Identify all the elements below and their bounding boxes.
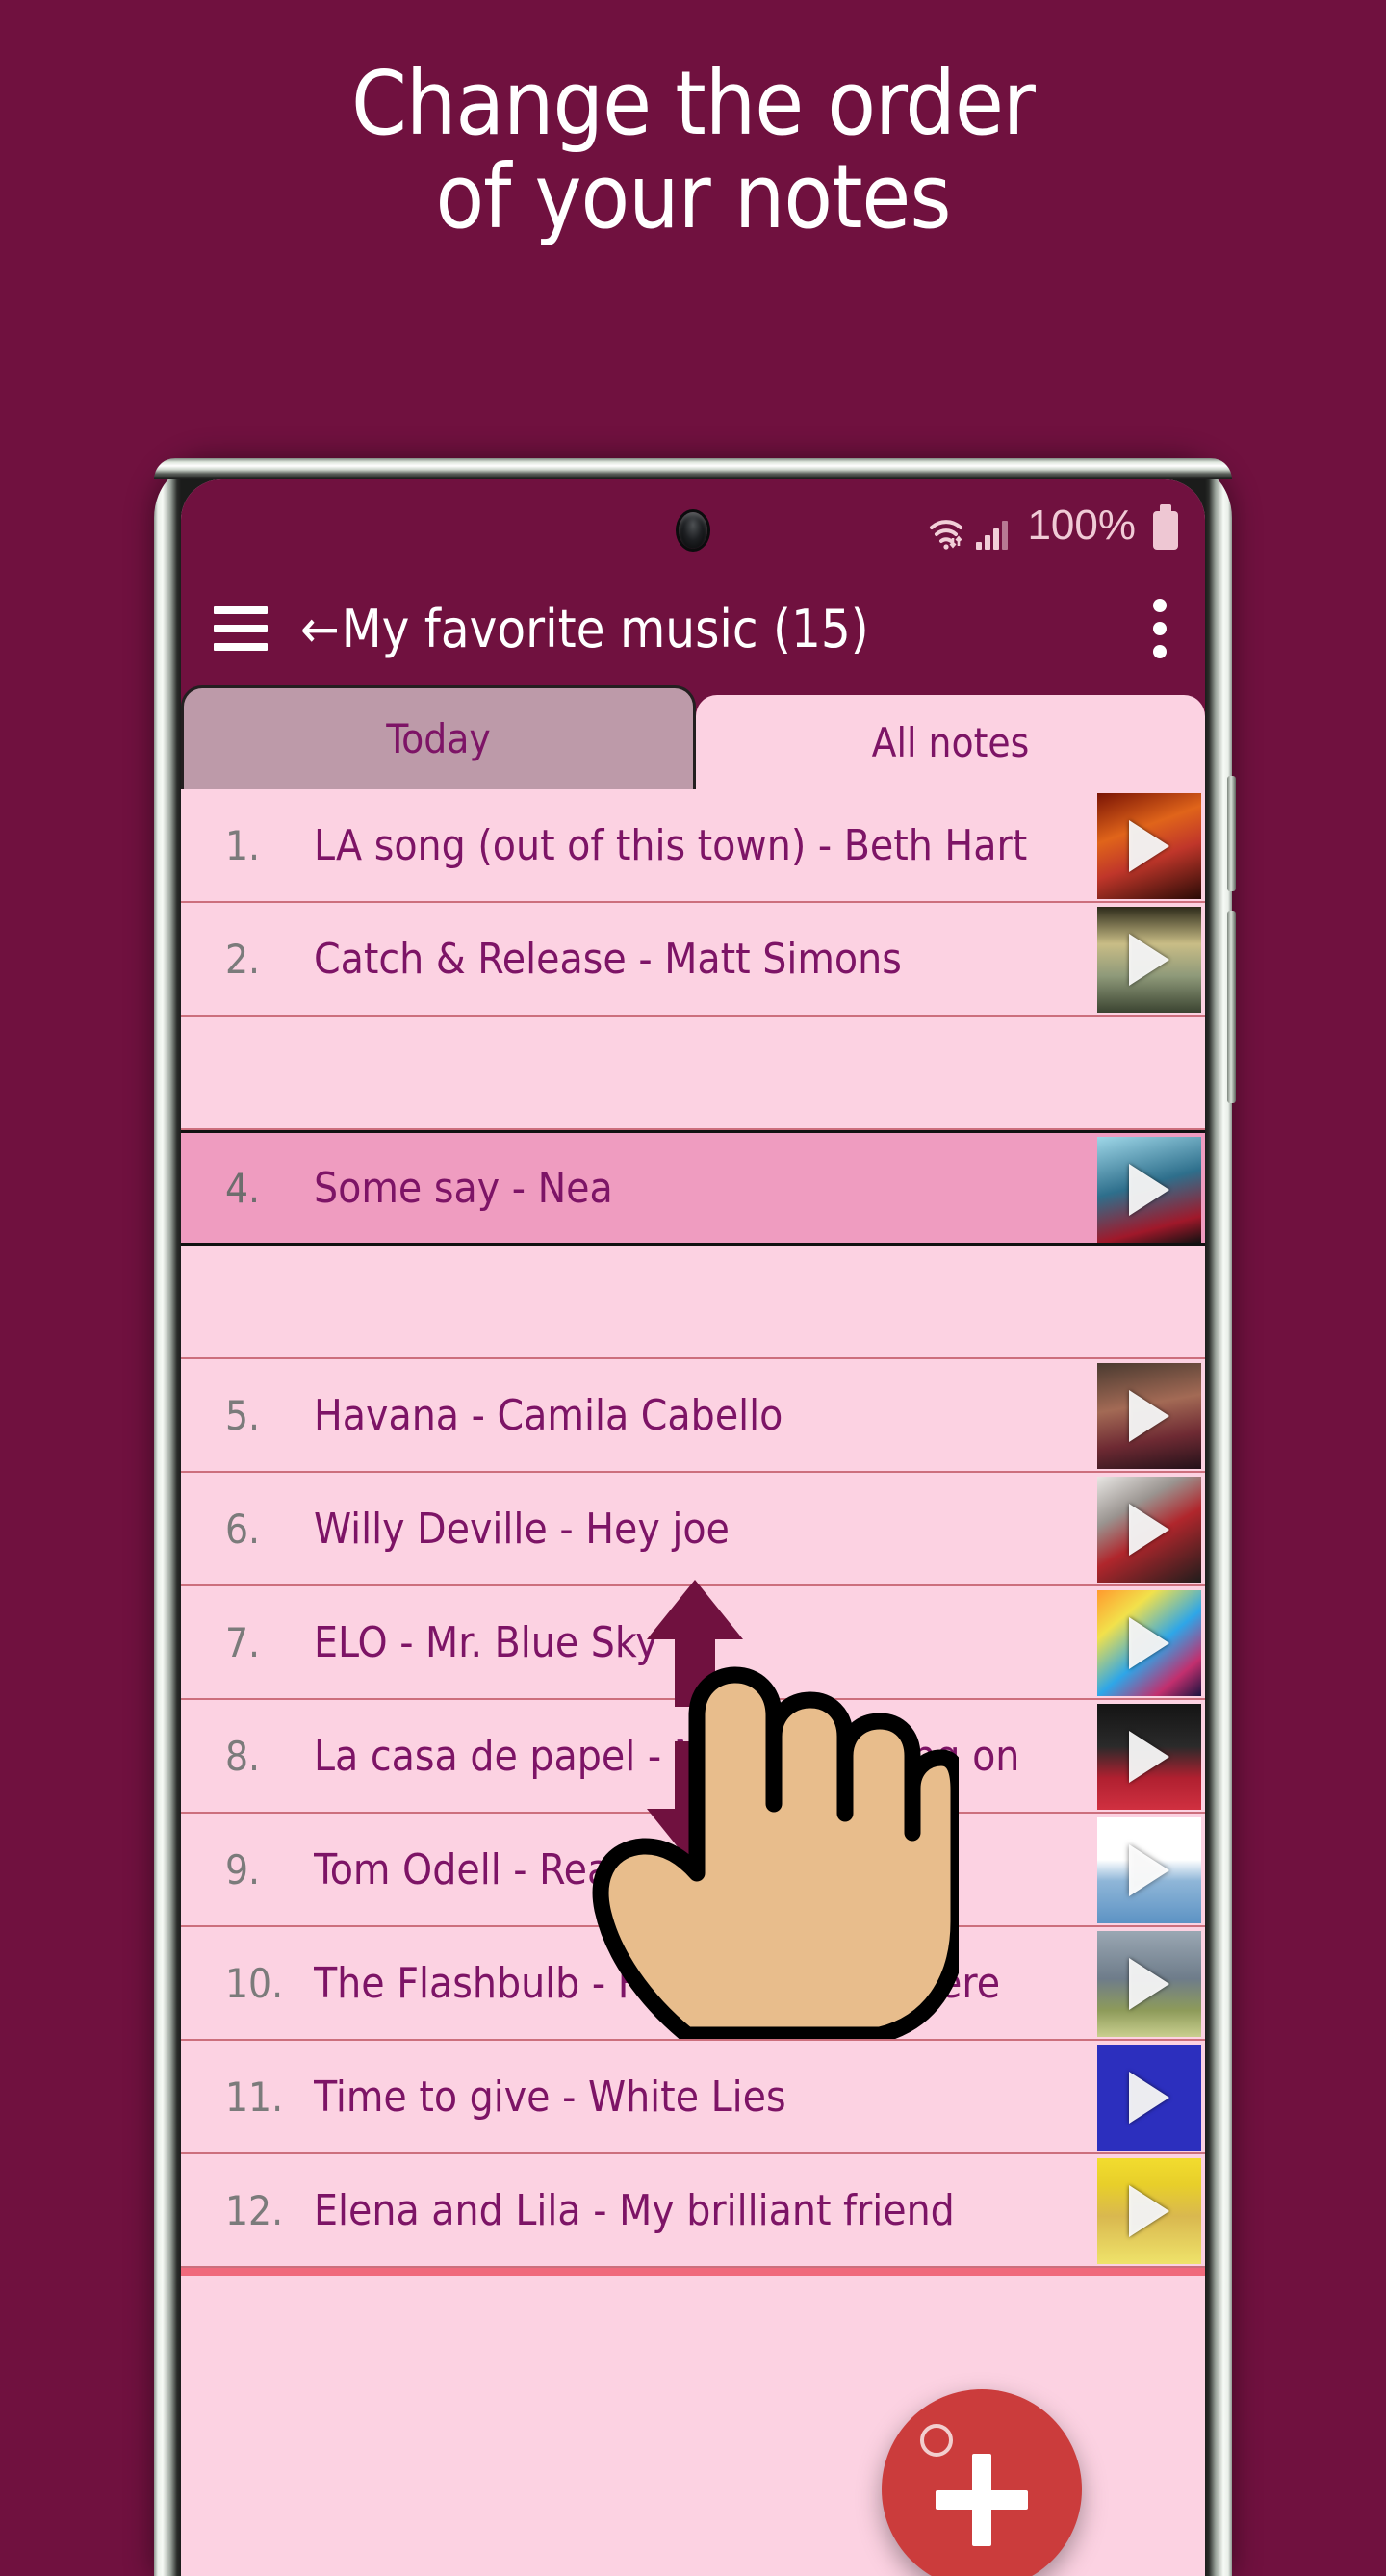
row-title: Willy Deville - Hey joe bbox=[314, 1504, 730, 1554]
pointing-hand-cursor-icon bbox=[574, 1615, 967, 2044]
phone-device-mockup: 100% ← My favorite music (15) Today All bbox=[154, 458, 1236, 2576]
drop-placeholder-row-lower bbox=[181, 1246, 1205, 1359]
hamburger-menu-icon[interactable] bbox=[214, 606, 268, 651]
row-index: 8. bbox=[225, 1732, 261, 1780]
app-bar: ← My favorite music (15) bbox=[181, 572, 1205, 685]
promo-headline-line-2: of your notes bbox=[435, 144, 952, 248]
table-row[interactable]: 2. Catch & Release - Matt Simons bbox=[181, 903, 1205, 1017]
album-art-thumbnail[interactable] bbox=[1097, 907, 1201, 1013]
tab-all-notes-label: All notes bbox=[871, 718, 1030, 766]
row-title: Havana - Camila Cabello bbox=[314, 1390, 783, 1440]
play-icon bbox=[1129, 2072, 1169, 2124]
kebab-menu-icon[interactable] bbox=[1153, 599, 1167, 658]
album-art-thumbnail[interactable] bbox=[1097, 793, 1201, 899]
add-plus-icon bbox=[936, 2454, 1028, 2546]
play-icon bbox=[1129, 1731, 1169, 1783]
app-bar-title-area: ← My favorite music (15) bbox=[300, 599, 1153, 659]
promo-headline: Change the order of your notes bbox=[0, 52, 1386, 248]
play-icon bbox=[1129, 1844, 1169, 1896]
table-row[interactable]: 11. Time to give - White Lies bbox=[181, 2041, 1205, 2154]
album-art-thumbnail[interactable] bbox=[1097, 1817, 1201, 1923]
album-art-thumbnail[interactable] bbox=[1097, 1363, 1201, 1469]
album-art-thumbnail[interactable] bbox=[1097, 1477, 1201, 1583]
play-icon bbox=[1129, 820, 1169, 872]
row-index: 7. bbox=[225, 1618, 261, 1666]
row-title: Some say - Nea bbox=[314, 1163, 613, 1213]
row-index: 12. bbox=[225, 2186, 284, 2234]
row-title: LA song (out of this town) - Beth Hart bbox=[314, 820, 1028, 870]
play-icon bbox=[1129, 2185, 1169, 2237]
play-icon bbox=[1129, 1958, 1169, 2010]
table-row[interactable]: 5. Havana - Camila Cabello bbox=[181, 1359, 1205, 1473]
phone-volume-button[interactable] bbox=[1227, 776, 1236, 891]
play-icon bbox=[1129, 1390, 1169, 1442]
table-row[interactable]: 1. LA song (out of this town) - Beth Har… bbox=[181, 789, 1205, 903]
row-index: 6. bbox=[225, 1505, 261, 1553]
row-title: Time to give - White Lies bbox=[314, 2072, 786, 2122]
row-index: 10. bbox=[225, 1959, 284, 2007]
row-title: Catch & Release - Matt Simons bbox=[314, 934, 902, 984]
play-icon bbox=[1129, 934, 1169, 986]
row-index: 5. bbox=[225, 1391, 261, 1439]
signal-bars-icon bbox=[976, 521, 1009, 550]
add-note-fab-button[interactable] bbox=[882, 2389, 1082, 2576]
table-row-partial[interactable] bbox=[181, 2276, 1205, 2389]
status-bar: 100% bbox=[181, 479, 1205, 572]
row-index: 4. bbox=[225, 1164, 261, 1212]
list-bottom-divider bbox=[181, 2268, 1205, 2276]
table-row-selected[interactable]: 4. Some say - Nea bbox=[181, 1130, 1205, 1246]
album-art-thumbnail[interactable] bbox=[1097, 1590, 1201, 1696]
phone-power-button[interactable] bbox=[1227, 911, 1236, 1103]
tab-bar: Today All notes bbox=[181, 685, 1205, 789]
front-camera-icon bbox=[679, 512, 707, 549]
album-art-thumbnail[interactable] bbox=[1097, 2045, 1201, 2151]
phone-screen: 100% ← My favorite music (15) Today All bbox=[181, 479, 1205, 2576]
wifi-icon bbox=[928, 517, 964, 550]
play-icon bbox=[1129, 1164, 1169, 1216]
play-icon bbox=[1129, 1617, 1169, 1669]
album-art-thumbnail[interactable] bbox=[1097, 1137, 1201, 1243]
row-index: 1. bbox=[225, 821, 261, 869]
page-title: My favorite music (15) bbox=[341, 598, 869, 659]
row-title: Elena and Lila - My brilliant friend bbox=[314, 2185, 955, 2235]
album-art-thumbnail[interactable] bbox=[1097, 1931, 1201, 2037]
album-art-thumbnail[interactable] bbox=[1097, 2158, 1201, 2264]
row-index: 2. bbox=[225, 935, 261, 983]
album-art-thumbnail[interactable] bbox=[1097, 1704, 1201, 1810]
promo-headline-line-1: Change the order bbox=[351, 52, 1036, 155]
battery-full-icon bbox=[1153, 504, 1178, 550]
tab-today-label: Today bbox=[386, 715, 491, 762]
row-index: 11. bbox=[225, 2073, 284, 2121]
tab-all-notes[interactable]: All notes bbox=[696, 695, 1205, 789]
fab-ripple-ring bbox=[920, 2424, 953, 2457]
play-icon bbox=[1129, 1504, 1169, 1556]
table-row[interactable]: 6. Willy Deville - Hey joe bbox=[181, 1473, 1205, 1586]
battery-percent-label: 100% bbox=[1027, 502, 1136, 549]
drop-placeholder-row bbox=[181, 1017, 1205, 1130]
row-index: 9. bbox=[225, 1845, 261, 1893]
back-arrow-icon[interactable]: ← bbox=[300, 599, 340, 659]
table-row[interactable]: 12. Elena and Lila - My brilliant friend bbox=[181, 2154, 1205, 2268]
tab-today[interactable]: Today bbox=[181, 685, 696, 789]
status-bar-icons: 100% bbox=[928, 502, 1178, 550]
phone-frame-top-highlight bbox=[154, 458, 1232, 479]
notes-list[interactable]: 1. LA song (out of this town) - Beth Har… bbox=[181, 789, 1205, 2389]
